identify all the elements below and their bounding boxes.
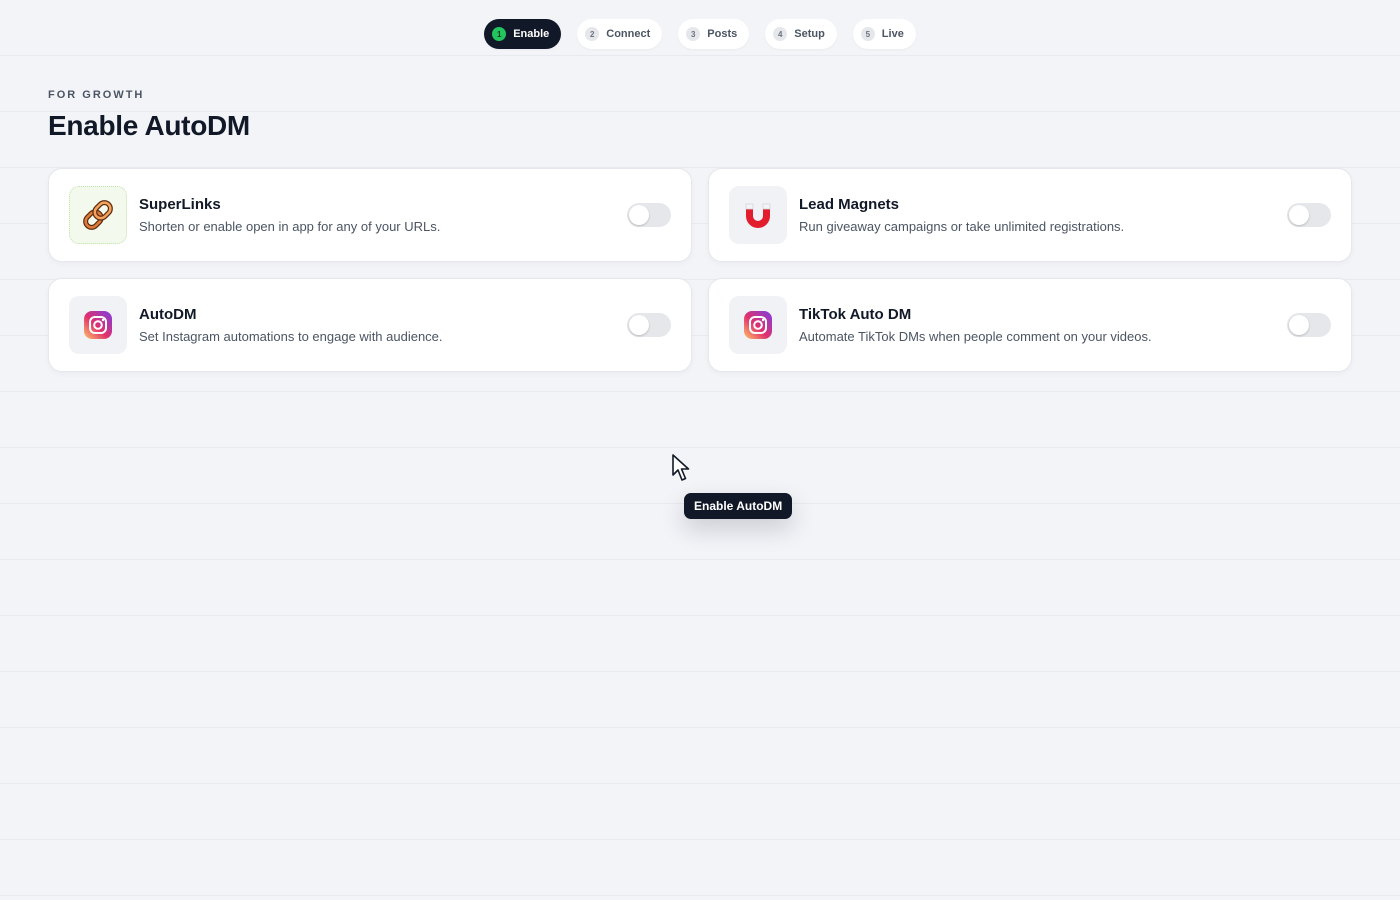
feature-grid: SuperLinks Shorten or enable open in app… bbox=[48, 168, 1352, 372]
step-posts[interactable]: 3 Posts bbox=[678, 19, 750, 49]
chain-link-icon bbox=[69, 186, 127, 244]
step-number: 4 bbox=[773, 27, 788, 41]
step-setup[interactable]: 4 Setup bbox=[765, 19, 837, 49]
page-title: Enable AutoDM bbox=[48, 110, 250, 141]
feature-description: Shorten or enable open in app for any of… bbox=[139, 219, 441, 234]
feature-description: Set Instagram automations to engage with… bbox=[139, 329, 443, 344]
feature-card-superlinks[interactable]: SuperLinks Shorten or enable open in app… bbox=[48, 168, 692, 262]
section-eyebrow: FOR GROWTH bbox=[48, 89, 145, 101]
magnet-icon bbox=[729, 186, 787, 244]
mouse-cursor-icon bbox=[671, 453, 695, 488]
tiktok-auto-dm-toggle[interactable] bbox=[1287, 313, 1331, 337]
feature-card-tiktok-auto-dm[interactable]: TikTok Auto DM Automate TikTok DMs when … bbox=[708, 278, 1352, 372]
feature-description: Run giveaway campaigns or take unlimited… bbox=[799, 219, 1125, 234]
step-label: Connect bbox=[606, 28, 651, 40]
step-label: Setup bbox=[794, 28, 825, 40]
lead-magnets-toggle[interactable] bbox=[1287, 203, 1331, 227]
stepper: 1 Enable 2 Connect 3 Posts 4 Setup 5 Liv… bbox=[0, 19, 1400, 49]
instagram-icon bbox=[69, 296, 127, 354]
feature-card-autodm[interactable]: AutoDM Set Instagram automations to enga… bbox=[48, 278, 692, 372]
step-live[interactable]: 5 Live bbox=[852, 19, 916, 49]
step-number: 2 bbox=[585, 27, 600, 41]
instagram-icon bbox=[729, 296, 787, 354]
autodm-toggle[interactable] bbox=[627, 313, 671, 337]
step-enable[interactable]: 1 Enable bbox=[484, 19, 562, 49]
feature-description: Automate TikTok DMs when people comment … bbox=[799, 329, 1152, 344]
tooltip: Enable AutoDM bbox=[684, 493, 793, 519]
step-label: Posts bbox=[707, 28, 738, 40]
feature-title: SuperLinks bbox=[139, 196, 221, 213]
step-number: 1 bbox=[492, 27, 507, 41]
feature-title: AutoDM bbox=[139, 306, 197, 323]
superlinks-toggle[interactable] bbox=[627, 203, 671, 227]
feature-card-lead-magnets[interactable]: Lead Magnets Run giveaway campaigns or t… bbox=[708, 168, 1352, 262]
step-connect[interactable]: 2 Connect bbox=[577, 19, 663, 49]
step-number: 5 bbox=[860, 27, 875, 41]
feature-title: Lead Magnets bbox=[799, 196, 900, 213]
step-label: Live bbox=[881, 28, 904, 40]
feature-title: TikTok Auto DM bbox=[799, 306, 912, 323]
step-label: Enable bbox=[513, 28, 550, 40]
step-number: 3 bbox=[686, 27, 701, 41]
